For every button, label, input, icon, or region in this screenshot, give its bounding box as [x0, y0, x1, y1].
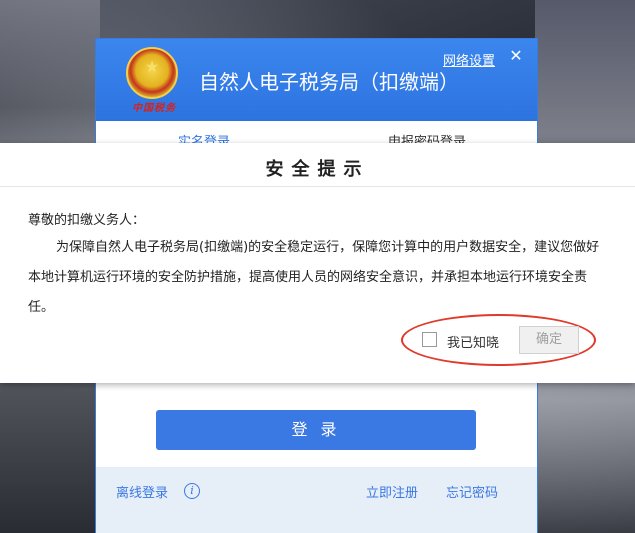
info-icon[interactable]: i [184, 483, 200, 499]
forgot-password-link[interactable]: 忘记密码 [446, 482, 498, 501]
dialog-salutation: 尊敬的扣缴义务人： [28, 213, 146, 228]
login-header: ★ 中国税务 自然人电子税务局（扣缴端） 网络设置 ✕ [96, 39, 537, 121]
tax-emblem-icon: ★ [126, 47, 178, 99]
confirm-button[interactable]: 确定 [519, 326, 579, 354]
register-link[interactable]: 立即注册 [366, 482, 418, 501]
dialog-body-text: 为保障自然人电子税务局(扣缴端)的安全稳定运行，保障您计算中的用户数据安全，建议… [28, 240, 600, 315]
acknowledge-label[interactable]: 我已知晓 [447, 332, 499, 351]
login-footer: 离线登录 i 立即注册 忘记密码 [96, 467, 537, 533]
offline-login-link[interactable]: 离线登录 [116, 482, 168, 501]
close-button[interactable]: ✕ [507, 47, 525, 65]
dialog-title: 安全提示 [0, 143, 635, 187]
acknowledge-checkbox[interactable] [422, 332, 437, 347]
login-tabs: 实名登录 申报密码登录 [96, 121, 537, 150]
app-title: 自然人电子税务局（扣缴端） [199, 70, 459, 94]
network-settings-link[interactable]: 网络设置 [443, 50, 495, 69]
emblem-caption: 中国税务 [132, 103, 176, 114]
security-dialog: 安全提示 尊敬的扣缴义务人： 为保障自然人电子税务局(扣缴端)的安全稳定运行，保… [0, 143, 635, 383]
login-button[interactable]: 登 录 [156, 410, 476, 450]
